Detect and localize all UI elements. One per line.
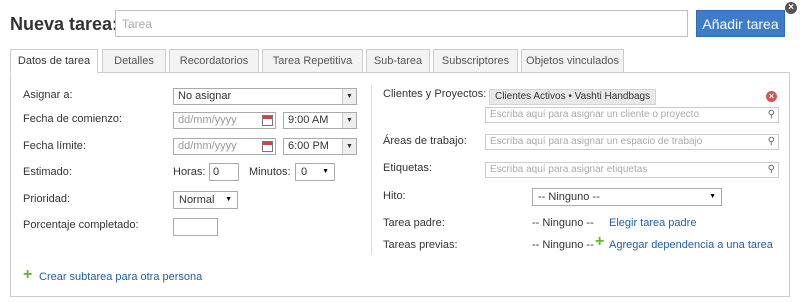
priority-value: Normal xyxy=(179,194,215,206)
plus-icon: + xyxy=(23,266,33,283)
tab-sub-tarea[interactable]: Sub-tarea xyxy=(366,49,430,73)
assign-label: Asignar a: xyxy=(23,89,73,101)
minutes-value: 0 xyxy=(301,166,308,178)
tab-subscriptores[interactable]: Subscriptores xyxy=(433,49,518,73)
tab-datos-de-tarea[interactable]: Datos de tarea xyxy=(10,49,98,74)
choose-parent-link[interactable]: Elegir tarea padre xyxy=(609,217,696,229)
start-date-placeholder: dd/mm/yyyy xyxy=(178,114,237,126)
tab-detalles[interactable]: Detalles xyxy=(102,49,166,73)
add-task-button[interactable]: Añadir tarea xyxy=(696,10,785,37)
previous-tasks-label: Tareas previas: xyxy=(383,239,458,251)
chevron-down-icon: ▼ xyxy=(322,168,329,175)
due-time-select[interactable]: 6:00 PM ▼ xyxy=(283,138,357,155)
close-icon[interactable]: × xyxy=(785,2,797,14)
parent-task-label: Tarea padre: xyxy=(383,217,445,229)
add-dependency-link[interactable]: Agregar dependencia a una tarea xyxy=(609,239,773,251)
chevron-down-icon: ▼ xyxy=(342,113,356,128)
minutes-select[interactable]: 0 ▼ xyxy=(295,163,335,181)
minutes-label: Minutos: xyxy=(249,166,291,178)
tab-objetos-vinculados[interactable]: Objetos vinculados xyxy=(521,49,624,73)
assign-value: No asignar xyxy=(178,90,232,102)
calendar-icon[interactable] xyxy=(262,141,273,152)
clients-search-input[interactable]: Escriba aquí para asignar un cliente o p… xyxy=(485,107,779,123)
search-icon: ⚲ xyxy=(767,136,775,147)
start-time-select[interactable]: 9:00 AM ▼ xyxy=(283,112,357,129)
search-icon: ⚲ xyxy=(767,164,775,175)
column-divider xyxy=(371,85,372,255)
due-time-value: 6:00 PM xyxy=(288,140,329,152)
workspaces-placeholder: Escriba aquí para asignar un espacio de … xyxy=(490,136,703,147)
create-subtask-link[interactable]: Crear subtarea para otra persona xyxy=(39,271,202,283)
chevron-down-icon: ▼ xyxy=(225,196,232,203)
priority-label: Prioridad: xyxy=(23,193,71,205)
tab-recordatorios[interactable]: Recordatorios xyxy=(169,49,259,73)
chevron-down-icon: ▼ xyxy=(342,139,356,154)
client-tag: Clientes Activos • Vashti Handbags xyxy=(489,89,657,105)
remove-icon[interactable]: × xyxy=(766,91,777,102)
plus-icon: + xyxy=(595,233,605,250)
previous-tasks-value: -- Ninguno -- xyxy=(532,239,594,251)
priority-select[interactable]: Normal ▼ xyxy=(173,191,238,209)
milestone-value: -- Ninguno -- xyxy=(538,191,600,203)
percent-input[interactable] xyxy=(173,218,218,236)
chevron-down-icon: ▼ xyxy=(709,193,716,200)
tags-label: Etiquetas: xyxy=(383,162,432,174)
milestone-label: Hito: xyxy=(383,190,406,202)
estimate-label: Estimado: xyxy=(23,166,72,178)
start-date-label: Fecha de comienzo: xyxy=(23,113,123,125)
clients-placeholder: Escriba aquí para asignar un cliente o p… xyxy=(490,109,700,120)
new-task-header: Nueva tarea: Añadir tarea xyxy=(10,10,785,38)
due-date-placeholder: dd/mm/yyyy xyxy=(178,140,237,152)
assign-select[interactable]: No asignar ▼ xyxy=(173,88,357,105)
hours-input[interactable]: 0 xyxy=(209,163,239,181)
start-time-value: 9:00 AM xyxy=(288,114,329,126)
page-title: Nueva tarea: xyxy=(10,14,119,34)
start-date-input[interactable]: dd/mm/yyyy xyxy=(173,112,276,129)
search-icon: ⚲ xyxy=(767,109,775,120)
calendar-icon[interactable] xyxy=(262,115,273,126)
task-name-input[interactable] xyxy=(115,10,688,37)
tags-placeholder: Escriba aquí para asignar etiquetas xyxy=(490,164,648,175)
tab-tarea-repetitiva[interactable]: Tarea Repetitiva xyxy=(262,49,363,73)
workspaces-label: Áreas de trabajo: xyxy=(383,135,467,147)
percent-label: Porcentaje completado: xyxy=(23,219,139,231)
due-date-label: Fecha límite: xyxy=(23,140,86,152)
workspaces-search-input[interactable]: Escriba aquí para asignar un espacio de … xyxy=(485,134,779,150)
due-date-input[interactable]: dd/mm/yyyy xyxy=(173,138,276,155)
chevron-down-icon: ▼ xyxy=(342,89,356,104)
tags-search-input[interactable]: Escriba aquí para asignar etiquetas ⚲ xyxy=(485,162,779,178)
hours-label: Horas: xyxy=(173,166,206,178)
clients-label: Clientes y Proyectos: xyxy=(383,88,487,100)
milestone-select[interactable]: -- Ninguno -- ▼ xyxy=(532,188,722,206)
task-data-panel: Asignar a: No asignar ▼ Fecha de comienz… xyxy=(10,72,790,297)
client-tag-label: Clientes Activos • Vashti Handbags xyxy=(495,91,651,102)
parent-task-value: -- Ninguno -- xyxy=(532,217,594,229)
